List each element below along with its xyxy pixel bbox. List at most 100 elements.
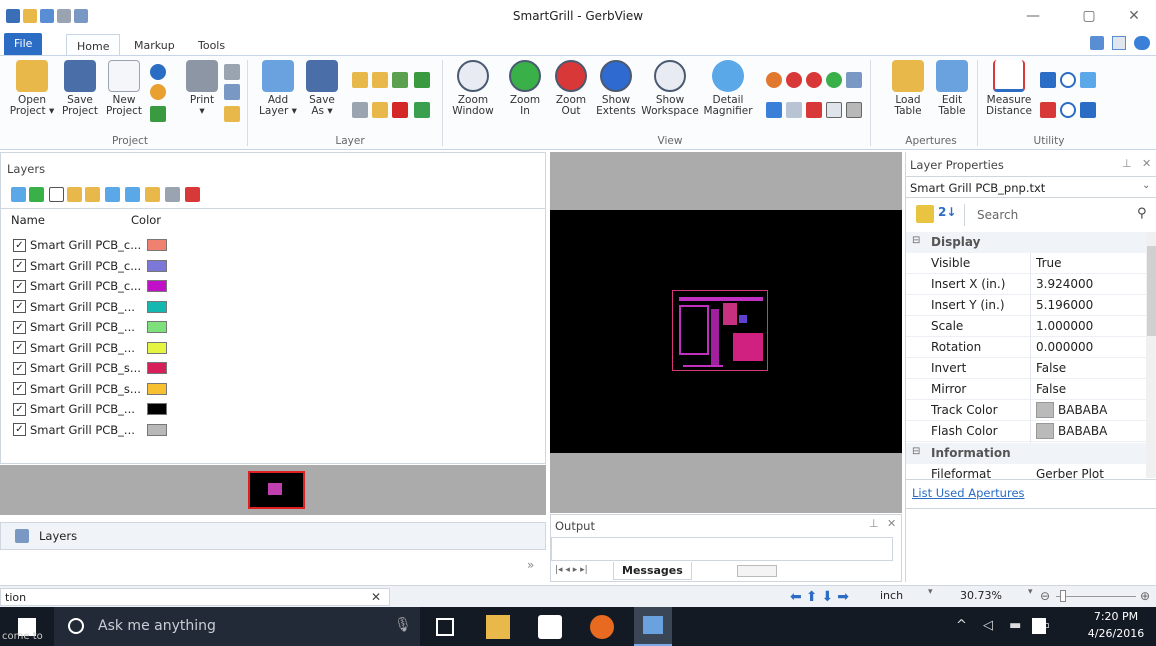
edit-table-button[interactable]: Edit Table — [932, 60, 972, 117]
grid-icon[interactable] — [826, 102, 842, 118]
property-value[interactable]: False — [1036, 382, 1066, 396]
zoom-slider-thumb[interactable] — [1060, 590, 1066, 602]
layer-visible-checkbox[interactable]: ✓ — [13, 259, 26, 272]
layer-row[interactable]: ✓ Smart Grill PCB_c... — [13, 235, 141, 255]
zoom-out-icon[interactable]: ⊖ — [1040, 589, 1050, 603]
layer-color-swatch[interactable] — [147, 382, 167, 395]
layer-visible-checkbox[interactable]: ✓ — [13, 238, 26, 252]
move-up-icon[interactable] — [105, 187, 120, 202]
task-view-icon[interactable] — [436, 618, 454, 636]
window-layout-icon[interactable] — [1090, 36, 1104, 50]
layer-visible-checkbox[interactable]: ✓ — [13, 402, 26, 416]
overview-pane[interactable] — [0, 465, 546, 515]
section-display[interactable]: ⊟ Display — [906, 232, 1146, 253]
clock-date[interactable]: 4/26/2016 — [1080, 627, 1152, 640]
zoom-slider[interactable] — [1056, 596, 1136, 597]
circle-measure-icon[interactable] — [1060, 72, 1076, 88]
zoom-fit-icon[interactable] — [826, 72, 842, 88]
firefox-icon[interactable] — [590, 615, 614, 639]
layer-color-swatch[interactable] — [147, 403, 167, 415]
uncheck-all-icon[interactable] — [49, 187, 64, 202]
output-text-area[interactable] — [551, 537, 893, 561]
action-center-icon[interactable] — [1032, 618, 1046, 634]
layer-visible-checkbox[interactable]: ✓ — [13, 320, 26, 334]
output-scrollbar[interactable] — [737, 565, 777, 577]
property-value[interactable]: 5.196000 — [1036, 298, 1093, 312]
pcb-render[interactable] — [672, 290, 768, 371]
grid-snap-icon[interactable] — [786, 102, 802, 118]
print-button[interactable]: Print ▾ — [182, 60, 222, 117]
mirror-icon[interactable] — [414, 102, 430, 118]
properties-icon[interactable] — [372, 102, 388, 118]
properties-scrollbar[interactable] — [1146, 232, 1156, 478]
property-value[interactable]: 3.924000 — [1036, 277, 1093, 291]
layer-row[interactable]: ✓ Smart Grill PCB_c... — [13, 256, 141, 276]
layer-row[interactable]: ✓ Smart Grill PCB_c... — [13, 276, 141, 296]
show-extents-button[interactable]: Show Extents — [596, 60, 636, 117]
layer-row[interactable]: ✓ Smart Grill PCB_... — [13, 338, 135, 358]
maximize-icon[interactable]: ▢ — [1079, 6, 1099, 26]
zoom-level[interactable]: 30.73% — [960, 589, 1002, 602]
document-icon[interactable] — [1112, 36, 1126, 50]
section-information[interactable]: ⊟ Information — [906, 443, 1146, 464]
measure-point-icon[interactable] — [806, 102, 822, 118]
property-value[interactable]: 0.000000 — [1036, 340, 1093, 354]
pattern-icon[interactable] — [846, 102, 862, 118]
layer-visible-checkbox[interactable]: ✓ — [13, 300, 26, 313]
paste-layer-icon[interactable] — [372, 72, 388, 88]
pan-arrows-icon[interactable]: ⬅⬆⬇➡ — [790, 589, 853, 605]
column-divider[interactable] — [1030, 253, 1031, 443]
store-icon[interactable] — [538, 615, 562, 639]
copy-icon[interactable] — [1080, 72, 1096, 88]
move-down-icon[interactable] — [125, 187, 140, 202]
zoom-in-icon[interactable]: ⊕ — [1140, 589, 1150, 603]
pan-icon[interactable] — [766, 72, 782, 88]
publish-icon[interactable] — [224, 106, 240, 122]
angle-icon[interactable] — [1040, 102, 1056, 118]
layer-color-swatch[interactable] — [147, 423, 167, 436]
layer-row[interactable]: ✓ Smart Grill PCB_... — [13, 420, 135, 440]
pin-icon[interactable]: ⊥ — [869, 517, 879, 530]
categorized-icon[interactable] — [916, 205, 934, 223]
property-row[interactable]: Insert X (in.) 3.924000 — [906, 274, 1146, 295]
layer-color-swatch[interactable] — [147, 341, 167, 354]
property-value[interactable]: BABABA — [1058, 424, 1107, 438]
layer-visible-checkbox[interactable]: ✓ — [13, 341, 26, 354]
layer-row[interactable]: ✓ Smart Grill PCB_... — [13, 399, 135, 419]
layer-row[interactable]: ✓ Smart Grill PCB_s... — [13, 379, 141, 399]
close-panel-icon[interactable]: ✕ — [1142, 157, 1151, 170]
settings-icon[interactable] — [150, 84, 166, 100]
layer-row[interactable]: ✓ Smart Grill PCB_s... — [13, 358, 141, 378]
layer-selector[interactable]: Smart Grill PCB_pnp.txt ⌄ — [906, 176, 1156, 198]
overview-viewport[interactable] — [248, 471, 305, 509]
search-icon[interactable]: ⚲ — [1137, 206, 1147, 221]
layer-row[interactable]: ✓ Smart Grill PCB_... — [13, 297, 135, 317]
property-value[interactable]: BABABA — [1058, 403, 1107, 417]
search-input[interactable]: Search ⚲ — [964, 204, 1154, 226]
export-icon[interactable] — [150, 106, 166, 122]
gerbview-taskbar-button[interactable] — [634, 607, 672, 646]
property-row[interactable]: Mirror False — [906, 379, 1146, 400]
layer-down-icon[interactable] — [414, 72, 430, 88]
select-icon[interactable] — [352, 102, 368, 118]
point-icon[interactable] — [1060, 102, 1076, 118]
open-project-button[interactable]: Open Project ▾ — [8, 60, 56, 117]
minimize-icon[interactable]: — — [1023, 6, 1043, 26]
layer-visible-checkbox[interactable]: ✓ — [13, 423, 26, 436]
clock-time[interactable]: 7:20 PM — [1080, 610, 1152, 623]
layer-color-swatch[interactable] — [147, 239, 167, 251]
layer-color-swatch[interactable] — [147, 362, 167, 374]
paste-icon[interactable] — [85, 187, 100, 202]
pen-icon[interactable] — [1080, 102, 1096, 118]
tab-messages[interactable]: Messages — [613, 562, 692, 580]
pin-icon[interactable]: ⊥ — [1122, 157, 1132, 170]
copy-icon[interactable] — [67, 187, 82, 202]
info-icon[interactable] — [150, 64, 166, 80]
property-row[interactable]: Invert False — [906, 358, 1146, 379]
add-layer-button[interactable]: Add Layer ▾ — [256, 60, 300, 117]
help-icon[interactable] — [1134, 36, 1150, 50]
zoom-next-icon[interactable] — [806, 72, 822, 88]
property-row[interactable]: Insert Y (in.) 5.196000 — [906, 295, 1146, 316]
detail-magnifier-button[interactable]: Detail Magnifier — [703, 60, 753, 117]
cortana-search[interactable]: Ask me anything 🎙 — [54, 607, 420, 646]
